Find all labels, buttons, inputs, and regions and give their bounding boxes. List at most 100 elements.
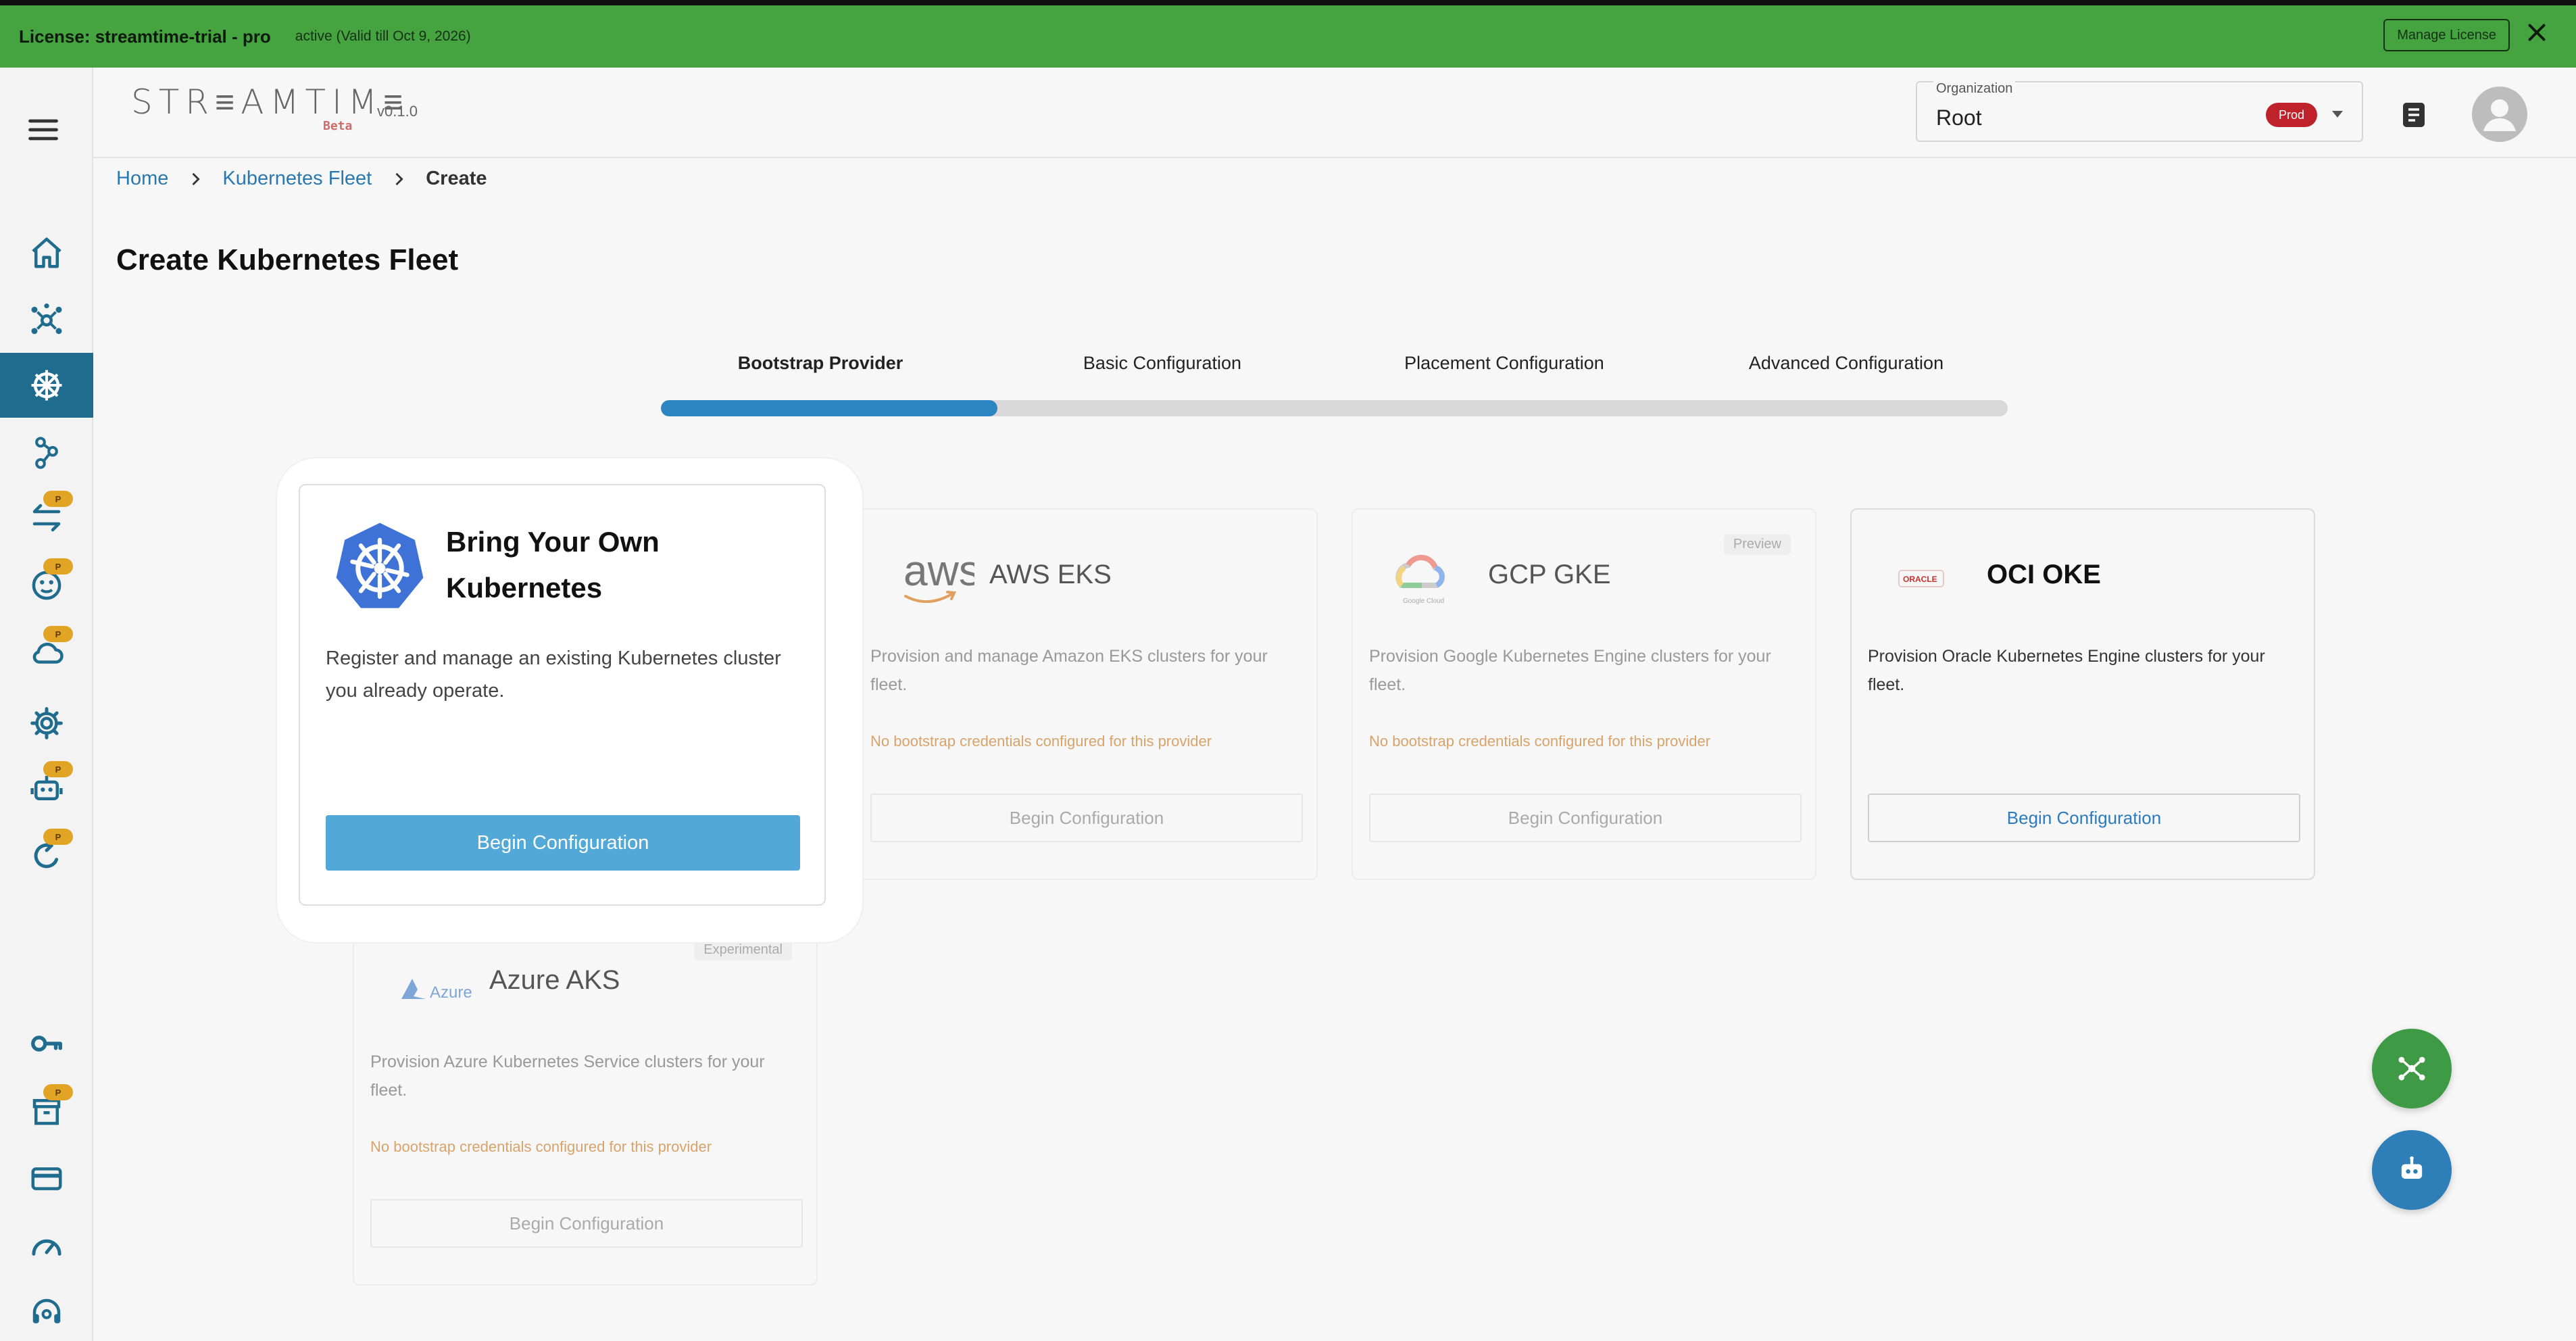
license-label: License: streamtime-trial - pro xyxy=(19,26,271,47)
provider-description: Provision and manage Amazon EKS clusters… xyxy=(870,647,1268,694)
provider-description: Provision Azure Kubernetes Service clust… xyxy=(370,1052,765,1100)
license-status: active (Valid till Oct 9, 2026) xyxy=(295,28,471,44)
beta-label: Beta xyxy=(323,119,353,133)
premium-badge: P xyxy=(43,626,73,642)
sidebar-item-kubernetes[interactable] xyxy=(0,353,93,418)
sidebar-item-cluster-nodes[interactable] xyxy=(0,420,93,485)
step-basic-configuration[interactable]: Basic Configuration xyxy=(993,353,1331,374)
provider-card-oci[interactable]: ORACLE OCI OKE Provision Oracle Kubernet… xyxy=(1850,508,2315,880)
azure-logo-icon: Azure xyxy=(401,979,472,1002)
topology-icon xyxy=(31,303,62,335)
support-icon xyxy=(32,1298,61,1323)
premium-badge: P xyxy=(43,761,73,777)
sidebar-item-transfer[interactable]: P xyxy=(0,485,93,550)
provider-title: AWS EKS xyxy=(989,560,1112,589)
kubernetes-logo-icon xyxy=(336,522,424,608)
kubernetes-icon xyxy=(31,370,62,401)
document-icon[interactable] xyxy=(2398,99,2430,131)
begin-configuration-button[interactable]: Begin Configuration xyxy=(1868,794,2300,842)
step-placement-configuration[interactable]: Placement Configuration xyxy=(1335,353,1673,374)
provider-title: Bring Your Own Kubernetes xyxy=(446,519,660,611)
network-fab-button[interactable] xyxy=(2372,1029,2452,1108)
version-label: v0.1.0 xyxy=(377,103,418,120)
sidebar-item-brain[interactable]: P xyxy=(0,553,93,618)
sidebar-item-cloud[interactable]: P xyxy=(0,620,93,685)
azure-logo-text: Azure xyxy=(430,983,472,1002)
aws-logo-text: aws xyxy=(903,546,974,595)
provider-title: Azure AKS xyxy=(489,965,620,995)
user-avatar[interactable] xyxy=(2472,87,2527,142)
google-cloud-logo-caption: Google Cloud xyxy=(1403,598,1444,605)
provider-card-byok[interactable]: Bring Your Own Kubernetes Register and m… xyxy=(299,484,826,906)
sidebar-item-billing[interactable] xyxy=(0,1146,93,1211)
provider-card-azure[interactable]: Experimental Azure Azure AKS Provision A… xyxy=(353,914,818,1286)
breadcrumb-kubernetes-fleet[interactable]: Kubernetes Fleet xyxy=(222,168,372,190)
organization-select[interactable]: Organization Root Prod xyxy=(1916,81,2363,142)
provider-title-line2: Kubernetes xyxy=(446,572,603,604)
sidebar: P P P P P P xyxy=(0,68,93,1341)
sidebar-item-settings[interactable] xyxy=(0,691,93,756)
breadcrumb: Home Kubernetes Fleet Create xyxy=(116,168,487,190)
home-icon xyxy=(32,237,61,268)
close-icon[interactable] xyxy=(2525,20,2549,45)
premium-badge: P xyxy=(43,1084,73,1100)
step-advanced-configuration[interactable]: Advanced Configuration xyxy=(1677,353,2015,374)
network-icon xyxy=(2398,1056,2425,1081)
caret-down-icon xyxy=(2332,111,2343,118)
premium-badge: P xyxy=(43,829,73,845)
organization-value: Root xyxy=(1936,105,1982,130)
key-icon xyxy=(31,1035,62,1052)
sidebar-item-home[interactable] xyxy=(0,220,93,285)
begin-configuration-button[interactable]: Begin Configuration xyxy=(370,1199,803,1248)
sidebar-item-keys[interactable] xyxy=(0,1011,93,1076)
step-bootstrap-provider[interactable]: Bootstrap Provider xyxy=(651,353,989,374)
provider-card-aws[interactable]: aws AWS EKS Provision and manage Amazon … xyxy=(853,508,1318,880)
robot-icon xyxy=(2401,1156,2423,1179)
sidebar-item-refresh[interactable]: P xyxy=(0,823,93,888)
aws-logo-icon: aws xyxy=(903,546,974,604)
provider-title-line1: Bring Your Own xyxy=(446,526,660,558)
user-icon xyxy=(2483,99,2516,131)
provider-description: Provision Oracle Kubernetes Engine clust… xyxy=(1868,647,2265,694)
premium-badge: P xyxy=(43,491,73,507)
speedometer-icon xyxy=(32,1239,61,1256)
brand-logo[interactable]: STR≡AMTIM≡ xyxy=(131,82,409,122)
begin-configuration-button[interactable]: Begin Configuration xyxy=(1369,794,1802,842)
assistant-fab-button[interactable] xyxy=(2372,1130,2452,1210)
credentials-warning: No bootstrap credentials configured for … xyxy=(1369,733,1711,750)
license-bar: License: streamtime-trial - pro active (… xyxy=(0,0,2576,68)
sidebar-item-archive[interactable]: P xyxy=(0,1079,93,1144)
environment-badge: Prod xyxy=(2266,103,2317,127)
credentials-warning: No bootstrap credentials configured for … xyxy=(370,1138,712,1155)
gear-icon xyxy=(30,707,63,739)
chevron-right-icon xyxy=(192,172,201,185)
google-cloud-logo-icon: Google Cloud xyxy=(1395,554,1445,605)
cluster-nodes-icon xyxy=(35,437,58,469)
experimental-tag: Experimental xyxy=(694,940,792,960)
begin-configuration-button[interactable]: Begin Configuration xyxy=(326,815,800,871)
top-header: STR≡AMTIM≡ Beta v0.1.0 Organization Root… xyxy=(93,68,2576,158)
page-title: Create Kubernetes Fleet xyxy=(116,243,459,276)
sidebar-item-metrics[interactable] xyxy=(0,1214,93,1279)
premium-badge: P xyxy=(43,558,73,575)
breadcrumb-home[interactable]: Home xyxy=(116,168,168,190)
provider-title: OCI OKE xyxy=(1987,560,2101,589)
provider-description: Provision Google Kubernetes Engine clust… xyxy=(1369,647,1771,694)
credit-card-icon xyxy=(31,1167,62,1190)
provider-description: Register and manage an existing Kubernet… xyxy=(326,648,781,702)
stepper-progress-track xyxy=(661,400,2008,416)
chevron-right-icon xyxy=(395,172,403,185)
manage-license-button[interactable]: Manage License xyxy=(2383,19,2510,51)
hamburger-menu-icon[interactable] xyxy=(26,112,61,147)
oracle-logo-text: ORACLE xyxy=(1903,575,1937,584)
sidebar-item-robot[interactable]: P xyxy=(0,756,93,821)
sidebar-item-topology[interactable] xyxy=(0,288,93,353)
breadcrumb-current: Create xyxy=(426,168,487,189)
provider-card-gcp[interactable]: Preview Google Cloud GCP GKE Provision G… xyxy=(1352,508,1816,880)
begin-configuration-button[interactable]: Begin Configuration xyxy=(870,794,1303,842)
credentials-warning: No bootstrap credentials configured for … xyxy=(870,733,1212,750)
preview-tag: Preview xyxy=(1723,534,1791,555)
stepper-progress-fill xyxy=(661,400,998,416)
sidebar-item-support[interactable] xyxy=(0,1280,93,1341)
oracle-logo-icon: ORACLE xyxy=(1898,570,1944,587)
